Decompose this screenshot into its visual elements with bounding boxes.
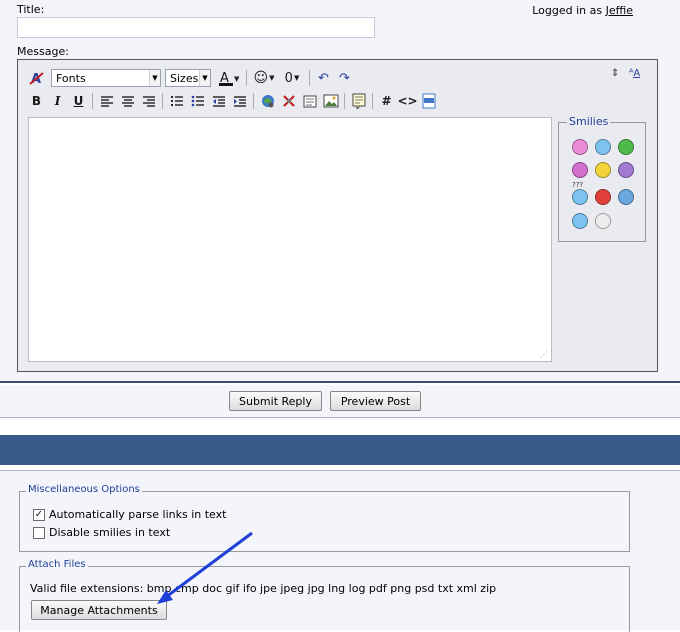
smiley-kiss-icon[interactable] [572, 139, 588, 155]
indent-icon[interactable] [229, 91, 250, 111]
message-label: Message: [17, 45, 69, 58]
disable-smilies-option[interactable]: Disable smilies in text [33, 526, 170, 539]
post-editor-panel: Title: Logged in as Jeffie Message: A Fo… [0, 0, 680, 383]
smiley-smile-icon[interactable] [595, 162, 611, 178]
smiley-shocked-icon[interactable] [595, 213, 611, 229]
size-select[interactable]: Sizes ▼ [165, 69, 211, 87]
insert-smiley-button[interactable]: ☺ ▼ [250, 68, 278, 88]
smiley-tongue-icon[interactable] [618, 189, 634, 205]
username-link[interactable]: Jeffie [606, 4, 633, 17]
attach-files-fieldset: Attach Files Valid file extensions: bmp … [19, 559, 630, 632]
paperclip-icon: 𝟢 [284, 70, 293, 86]
outdent-icon[interactable] [208, 91, 229, 111]
toolbar-row-2: B I U # <> [26, 91, 439, 111]
chevron-down-icon: ▼ [269, 74, 275, 82]
redo-icon[interactable]: ↷ [334, 68, 355, 88]
remove-link-icon[interactable] [278, 91, 299, 111]
smiley-wink-icon[interactable] [595, 139, 611, 155]
toggle-wysiwyg-icon[interactable]: ᴬA [629, 68, 640, 79]
smiley-happy-icon[interactable] [572, 162, 588, 178]
bullet-list-icon[interactable] [187, 91, 208, 111]
smilies-box: Smilies ??? [558, 115, 646, 242]
chevron-down-icon: ▼ [199, 70, 210, 86]
italic-button[interactable]: I [47, 91, 68, 111]
toolbar-separator [344, 93, 345, 109]
misc-options-fieldset: Miscellaneous Options ✓ Automatically pa… [19, 484, 630, 552]
section-header-bar [0, 435, 680, 465]
insert-link-icon[interactable] [257, 91, 278, 111]
font-select-value: Fonts [56, 71, 86, 85]
font-select[interactable]: Fonts ▼ [51, 69, 161, 87]
toolbar-row-1: A Fonts ▼ Sizes ▼ A▼ ☺▼ 𝟢▼ ↶ ↷ [26, 68, 355, 88]
logged-in-status: Logged in as Jeffie [532, 4, 633, 17]
smiley-sad-icon[interactable] [618, 162, 634, 178]
logged-in-prefix: Logged in as [532, 4, 603, 17]
message-textarea[interactable]: ⋰ [28, 117, 552, 362]
underline-button[interactable]: U [68, 91, 89, 111]
undo-icon[interactable]: ↶ [313, 68, 334, 88]
align-right-icon[interactable] [138, 91, 159, 111]
title-input[interactable] [17, 17, 375, 38]
numbered-list-icon[interactable] [166, 91, 187, 111]
chevron-down-icon: ▼ [149, 70, 160, 86]
submit-reply-button[interactable]: Submit Reply [229, 391, 322, 411]
svg-text:▼: ▼ [234, 75, 240, 83]
form-actions: Submit Reply Preview Post [0, 385, 680, 418]
title-label: Title: [17, 3, 45, 16]
toolbar-separator [372, 93, 373, 109]
font-color-button[interactable]: A ▼ [215, 68, 243, 88]
align-center-icon[interactable] [117, 91, 138, 111]
toolbar-separator [253, 93, 254, 109]
align-left-icon[interactable] [96, 91, 117, 111]
quote-icon[interactable] [348, 91, 369, 111]
chevron-down-icon: ▼ [293, 74, 300, 82]
smiley-grin-icon[interactable] [618, 139, 634, 155]
message-editor: A Fonts ▼ Sizes ▼ A▼ ☺▼ 𝟢▼ ↶ ↷ [17, 59, 658, 372]
toolbar-separator [246, 70, 247, 86]
attachment-button[interactable]: 𝟢 ▼ [278, 68, 306, 88]
smiley-angry-icon[interactable] [595, 189, 611, 205]
insert-image-icon[interactable] [320, 91, 341, 111]
bold-button[interactable]: B [26, 91, 47, 111]
smiley-confused-icon[interactable] [572, 189, 588, 205]
parse-links-checkbox[interactable]: ✓ [33, 508, 45, 521]
resize-editor-icon[interactable]: ⇕ [611, 68, 619, 79]
disable-smilies-label: Disable smilies in text [49, 526, 171, 539]
attach-files-legend: Attach Files [26, 559, 88, 570]
email-link-icon[interactable] [299, 91, 320, 111]
toolbar-separator [92, 93, 93, 109]
parse-links-option[interactable]: ✓ Automatically parse links in text [33, 508, 226, 521]
size-select-value: Sizes [170, 71, 199, 85]
parse-links-label: Automatically parse links in text [49, 508, 227, 521]
preview-post-button[interactable]: Preview Post [330, 391, 421, 411]
wrap-php-icon[interactable] [418, 91, 439, 111]
misc-options-legend: Miscellaneous Options [26, 484, 142, 495]
resize-grip-icon[interactable]: ⋰ [540, 350, 548, 359]
smilies-legend: Smilies [567, 115, 611, 128]
additional-options: Miscellaneous Options ✓ Automatically pa… [0, 470, 680, 632]
smiley-icon: ☺ [253, 70, 269, 86]
question-marks: ??? [572, 181, 584, 189]
valid-extensions-text: Valid file extensions: bmp cmp doc gif i… [30, 582, 497, 595]
disable-smilies-checkbox[interactable] [33, 526, 45, 539]
toolbar-separator [309, 70, 310, 86]
remove-format-icon[interactable]: A [26, 68, 47, 88]
toolbar-separator [162, 93, 163, 109]
wrap-html-button[interactable]: <> [397, 91, 418, 111]
smiley-cool-icon[interactable] [572, 213, 588, 229]
manage-attachments-button[interactable]: Manage Attachments [31, 600, 167, 620]
wrap-code-button[interactable]: # [376, 91, 397, 111]
